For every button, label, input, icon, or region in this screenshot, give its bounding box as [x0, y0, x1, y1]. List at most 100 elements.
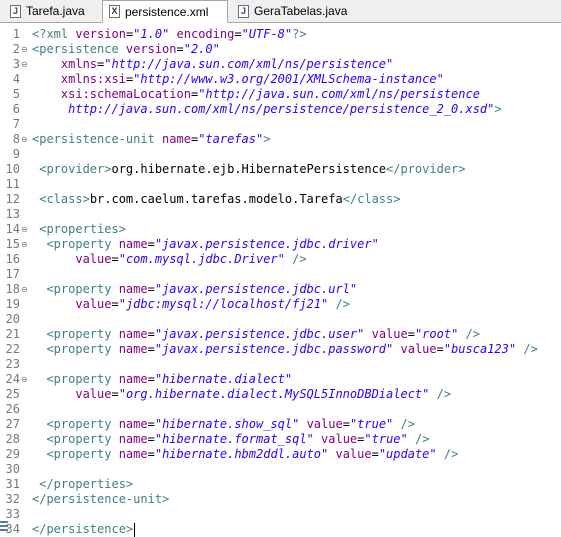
code-token: <property — [46, 447, 119, 461]
code-token: name — [118, 372, 148, 386]
line-number: 19 — [5, 297, 20, 311]
code-token: = — [342, 417, 350, 431]
code-token: "org.hibernate.dialect.MySQL5InnoDBDiale… — [118, 387, 430, 401]
code-token: /> — [400, 417, 415, 431]
code-token: = — [147, 447, 155, 461]
line-number: 28 — [5, 432, 20, 446]
fold-toggle-icon[interactable]: ⊖ — [21, 222, 28, 237]
code-token: </properties> — [39, 477, 134, 491]
code-text: </properties> — [32, 477, 133, 492]
code-line[interactable]: 9 — [0, 147, 561, 162]
tab-geratabelas-java[interactable]: J GeraTabelas.java — [232, 0, 358, 22]
code-token: = — [111, 387, 119, 401]
code-token: > — [494, 102, 502, 116]
code-token: /> — [292, 252, 307, 266]
line-number: 1 — [12, 27, 20, 41]
tab-tarefa-java[interactable]: J Tarefa.java — [4, 0, 100, 22]
code-line[interactable]: 30 — [0, 462, 561, 477]
code-text: value="org.hibernate.dialect.MySQL5InnoD… — [32, 387, 451, 402]
code-token: value — [321, 432, 358, 446]
tab-label: GeraTabelas.java — [254, 4, 348, 18]
code-line[interactable]: 14 ⊖ <properties> — [0, 222, 561, 237]
code-line[interactable]: 7 — [0, 117, 561, 132]
code-token: name — [118, 282, 148, 296]
code-token: = — [234, 27, 242, 41]
code-token: version — [125, 42, 177, 56]
code-line[interactable]: 15 ⊖ <property name="javax.persistence.jd… — [0, 237, 561, 252]
fold-toggle-icon[interactable]: ⊖ — [21, 237, 28, 252]
code-token: "root" — [414, 327, 459, 341]
xml-file-icon: X — [109, 5, 120, 18]
code-line[interactable]: 1 <?xml version="1.0" encoding="UTF-8"?> — [0, 27, 561, 42]
code-line[interactable]: 26 — [0, 402, 561, 417]
line-number: 33 — [5, 507, 20, 521]
line-number: 34 — [5, 522, 20, 536]
code-line[interactable]: 31 </properties> — [0, 477, 561, 492]
fold-toggle-icon[interactable]: ⊖ — [21, 42, 28, 57]
code-token: /> — [436, 387, 452, 401]
code-line[interactable]: 5 xsi:schemaLocation="http://java.sun.co… — [0, 87, 561, 102]
code-text: <provider>org.hibernate.ejb.HibernatePer… — [32, 162, 465, 177]
line-number: 29 — [5, 447, 20, 461]
code-line[interactable]: 10 <provider>org.hibernate.ejb.Hibernate… — [0, 162, 561, 177]
code-line[interactable]: 25 value="org.hibernate.dialect.MySQL5In… — [0, 387, 561, 402]
tab-persistence-xml[interactable]: X persistence.xml — [102, 0, 228, 23]
code-line[interactable]: 32 </persistence-unit> — [0, 492, 561, 507]
code-token: <persistence-unit — [32, 132, 163, 146]
code-line[interactable]: 12 <class>br.com.caelum.tarefas.modelo.T… — [0, 192, 561, 207]
line-number: 12 — [5, 192, 20, 206]
code-token: = — [147, 417, 155, 431]
code-line[interactable]: 19 value="jdbc:mysql://localhost/fj21" /… — [0, 297, 561, 312]
code-line[interactable]: 34 </persistence> — [0, 522, 561, 537]
fold-toggle-icon[interactable]: ⊖ — [21, 132, 28, 147]
line-number: 5 — [12, 87, 20, 101]
code-text: <properties> — [32, 222, 126, 237]
code-token: = — [147, 342, 155, 356]
code-line[interactable]: 4 xmlns:xsi="http://www.w3.org/2001/XMLS… — [0, 72, 561, 87]
code-line[interactable]: 22 <property name="javax.persistence.jdb… — [0, 342, 561, 357]
code-text: http://java.sun.com/xml/ns/persistence/p… — [32, 102, 502, 117]
code-line[interactable]: 28 <property name="hibernate.format_sql"… — [0, 432, 561, 447]
code-line[interactable]: 3 ⊖ xmlns="http://java.sun.com/xml/ns/per… — [0, 57, 561, 72]
code-line[interactable]: 29 <property name="hibernate.hbm2ddl.aut… — [0, 447, 561, 462]
code-token: = — [407, 327, 415, 341]
code-token: = — [147, 372, 155, 386]
fold-toggle-icon[interactable]: ⊖ — [21, 372, 28, 387]
code-line[interactable]: 18 ⊖ <property name="javax.persistence.jd… — [0, 282, 561, 297]
code-token: "jdbc:mysql://localhost/fj21" — [118, 297, 329, 311]
code-line[interactable]: 2 ⊖ <persistence version="2.0" — [0, 42, 561, 57]
code-token: "2.0" — [183, 42, 220, 56]
code-token: <class> — [39, 192, 90, 206]
code-line[interactable]: 13 — [0, 207, 561, 222]
fold-toggle-icon[interactable]: ⊖ — [21, 282, 28, 297]
code-line[interactable]: 24 ⊖ <property name="hibernate.dialect" — [0, 372, 561, 387]
line-number: 30 — [5, 462, 20, 476]
code-line[interactable]: 27 <property name="hibernate.show_sql" v… — [0, 417, 561, 432]
code-token: <property — [46, 432, 119, 446]
code-editor[interactable]: 1 <?xml version="1.0" encoding="UTF-8"?> 2… — [0, 23, 561, 537]
line-number: 22 — [5, 342, 20, 356]
code-token: <?xml — [32, 27, 76, 41]
code-token: </persistence-unit> — [32, 492, 170, 506]
fold-toggle-icon[interactable]: ⊖ — [21, 57, 28, 72]
code-token: = — [371, 447, 379, 461]
code-line[interactable]: 11 — [0, 177, 561, 192]
code-line[interactable]: 21 <property name="javax.persistence.jdb… — [0, 327, 561, 342]
code-line[interactable]: 17 — [0, 267, 561, 282]
code-token: </persistence> — [32, 522, 134, 536]
code-line[interactable]: 20 — [0, 312, 561, 327]
code-line[interactable]: 16 value="com.mysql.jdbc.Driver" /> — [0, 252, 561, 267]
code-line[interactable]: 6 http://java.sun.com/xml/ns/persistence… — [0, 102, 561, 117]
code-text: </persistence> — [32, 522, 136, 537]
code-line[interactable]: 33 — [0, 507, 561, 522]
code-token: <property — [46, 282, 119, 296]
code-text: <property name="javax.persistence.jdbc.u… — [32, 327, 480, 342]
code-line[interactable]: 8 ⊖ <persistence-unit name="tarefas"> — [0, 132, 561, 147]
code-line[interactable]: 23 — [0, 357, 561, 372]
code-token: "busca123" — [443, 342, 517, 356]
